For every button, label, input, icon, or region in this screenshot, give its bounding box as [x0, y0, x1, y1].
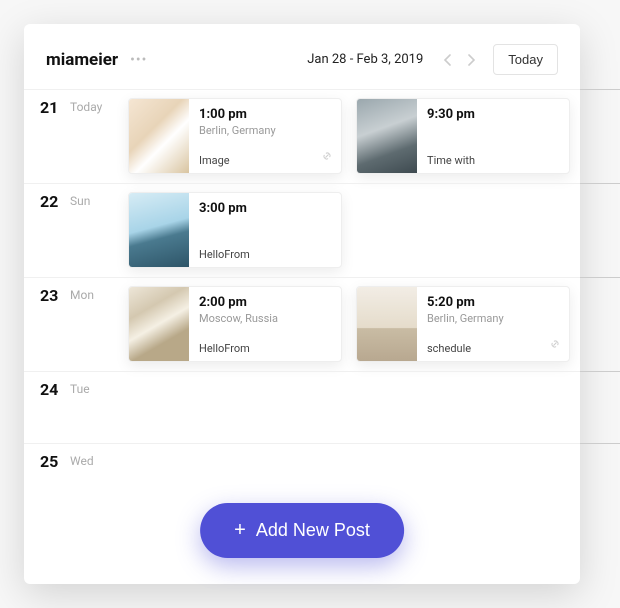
more-icon[interactable]: •••: [130, 52, 147, 68]
event-thumbnail: [129, 99, 189, 173]
username: miameier: [46, 50, 118, 70]
event-location: Berlin, Germany: [427, 312, 559, 325]
prev-week-button[interactable]: [435, 48, 459, 72]
event-card[interactable]: 1:00 pm Berlin, Germany Image: [128, 98, 342, 174]
link-icon: [321, 150, 333, 165]
day-row: 21 Today 1:00 pm Berlin, Germany Image: [24, 89, 580, 183]
date-range: Jan 28 - Feb 3, 2019: [307, 52, 423, 67]
event-thumbnail: [357, 287, 417, 361]
day-name: Tue: [70, 382, 90, 396]
add-new-post-button[interactable]: + Add New Post: [200, 503, 404, 558]
day-name: Wed: [70, 454, 94, 468]
chevron-right-icon: [467, 54, 476, 66]
event-tag: schedule: [427, 342, 559, 355]
day-number: 25: [40, 452, 58, 471]
calendar-card: miameier ••• Jan 28 - Feb 3, 2019 Today …: [24, 24, 580, 584]
event-location: Berlin, Germany: [199, 124, 331, 137]
day-number: 21: [40, 98, 58, 117]
add-button-label: Add New Post: [256, 520, 370, 541]
day-row: 24 Tue: [24, 371, 580, 443]
event-tag: HelloFrom: [199, 342, 331, 355]
event-card[interactable]: 9:30 pm Time with: [356, 98, 570, 174]
day-name: Mon: [70, 288, 94, 302]
event-time: 3:00 pm: [199, 201, 331, 216]
event-time: 2:00 pm: [199, 295, 331, 310]
event-card[interactable]: 3:00 pm HelloFrom: [128, 192, 342, 268]
plus-icon: +: [234, 519, 246, 542]
day-name: Today: [70, 100, 102, 114]
day-row: 23 Mon 2:00 pm Moscow, Russia HelloFrom …: [24, 277, 580, 371]
event-card[interactable]: 5:20 pm Berlin, Germany schedule: [356, 286, 570, 362]
day-number: 22: [40, 192, 58, 211]
event-location: Moscow, Russia: [199, 312, 331, 325]
event-thumbnail: [129, 287, 189, 361]
link-icon: [549, 338, 561, 353]
day-name: Sun: [70, 194, 90, 208]
event-tag: Time with: [427, 154, 559, 167]
chevron-left-icon: [443, 54, 452, 66]
event-card[interactable]: 2:00 pm Moscow, Russia HelloFrom: [128, 286, 342, 362]
event-time: 5:20 pm: [427, 295, 559, 310]
next-week-button[interactable]: [459, 48, 483, 72]
event-tag: Image: [199, 154, 331, 167]
day-row: 22 Sun 3:00 pm HelloFrom: [24, 183, 580, 277]
day-row: 25 Wed: [24, 443, 580, 499]
today-button[interactable]: Today: [493, 44, 558, 75]
event-tag: HelloFrom: [199, 248, 331, 261]
event-thumbnail: [357, 99, 417, 173]
day-rows: 21 Today 1:00 pm Berlin, Germany Image: [24, 89, 580, 499]
event-time: 9:30 pm: [427, 107, 559, 122]
event-time: 1:00 pm: [199, 107, 331, 122]
day-number: 24: [40, 380, 58, 399]
day-number: 23: [40, 286, 58, 305]
header-bar: miameier ••• Jan 28 - Feb 3, 2019 Today: [24, 24, 580, 89]
event-thumbnail: [129, 193, 189, 267]
